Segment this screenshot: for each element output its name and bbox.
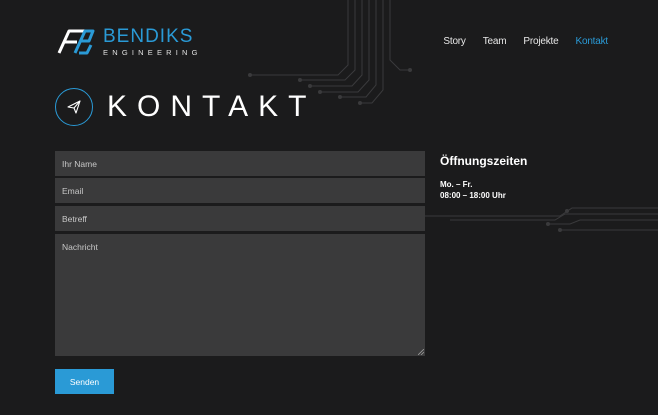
- main-nav: Story Team Projekte Kontakt: [426, 36, 608, 47]
- nav-item-story[interactable]: Story: [443, 36, 466, 47]
- email-input[interactable]: [55, 178, 425, 203]
- opening-hours-time: 08:00 – 18:00 Uhr: [440, 191, 506, 200]
- paper-plane-icon: [55, 88, 93, 126]
- nav-item-team[interactable]: Team: [483, 36, 507, 47]
- brand-name: BENDIKS: [103, 26, 194, 48]
- page-title: KONTAKT: [107, 90, 317, 123]
- opening-hours: Öffnungszeiten Mo. – Fr. 08:00 – 18:00 U…: [440, 154, 527, 200]
- send-button[interactable]: Senden: [55, 369, 114, 394]
- opening-hours-days: Mo. – Fr.: [440, 180, 473, 189]
- nav-item-kontakt[interactable]: Kontakt: [575, 36, 608, 47]
- page-heading: KONTAKT: [55, 88, 316, 126]
- nav-item-projekte[interactable]: Projekte: [523, 36, 558, 47]
- logo-icon: [57, 29, 95, 55]
- brand-logo[interactable]: BENDIKS ENGINEERING: [55, 27, 202, 57]
- message-textarea[interactable]: [55, 234, 425, 356]
- name-input[interactable]: [55, 151, 425, 176]
- resize-grip-icon[interactable]: [418, 349, 424, 355]
- brand-subtitle: ENGINEERING: [103, 48, 202, 58]
- opening-hours-title: Öffnungszeiten: [440, 154, 528, 168]
- subject-input[interactable]: [55, 206, 425, 231]
